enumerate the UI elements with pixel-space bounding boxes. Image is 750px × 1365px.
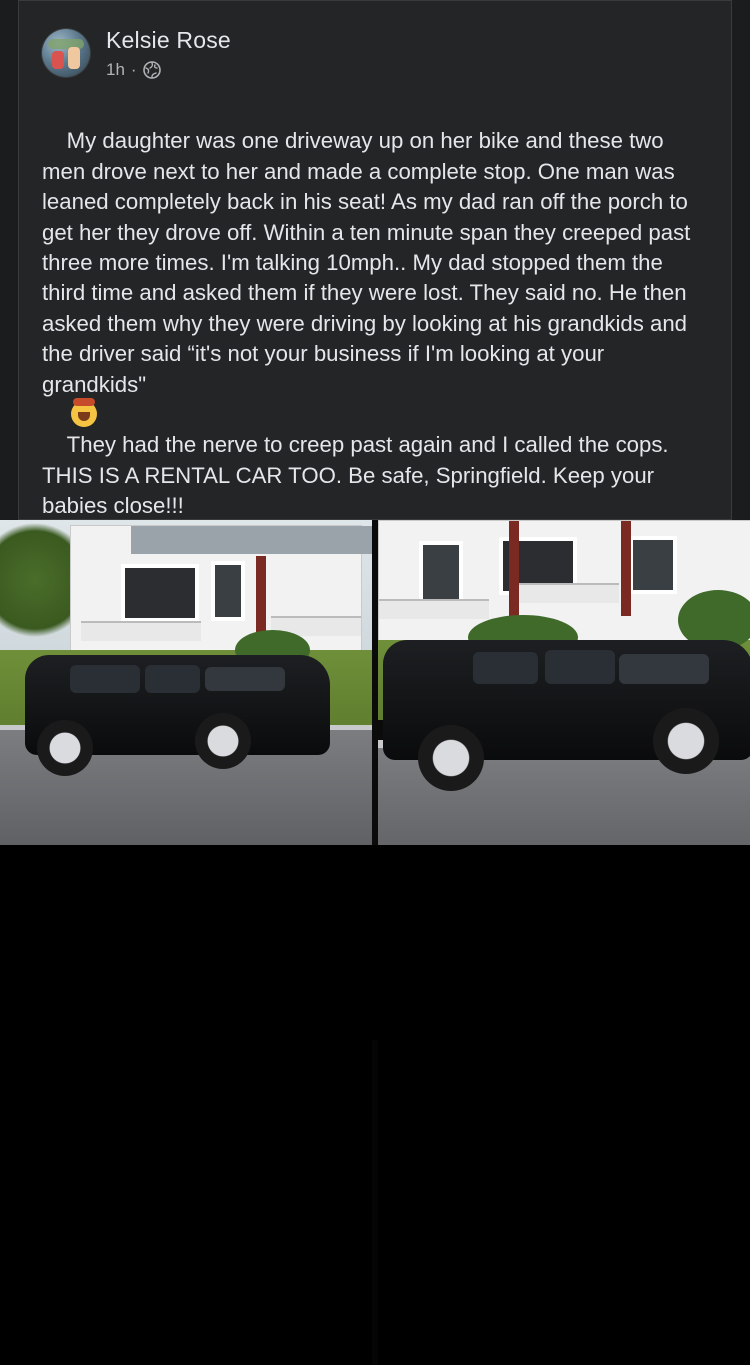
post-photos <box>0 520 750 1365</box>
globe-icon[interactable] <box>142 61 161 79</box>
author-name[interactable]: Kelsie Rose <box>106 26 231 54</box>
post-text-part-1: My daughter was one driveway up on her b… <box>42 128 697 397</box>
photo-left[interactable] <box>0 520 372 845</box>
post-card: Kelsie Rose 1h · My daughter was one dri… <box>0 0 750 520</box>
avatar[interactable] <box>42 29 90 77</box>
separator-dot: · <box>130 60 137 79</box>
photo-right[interactable] <box>378 520 750 845</box>
exploding-head-emoji <box>70 398 97 428</box>
post-timestamp[interactable]: 1h <box>106 60 125 80</box>
post-subline: 1h · <box>106 60 231 80</box>
post-meta: Kelsie Rose 1h · <box>106 26 231 80</box>
post-text: My daughter was one driveway up on her b… <box>42 96 712 552</box>
post-text-part-2: They had the nerve to creep past again a… <box>42 432 675 519</box>
post-header: Kelsie Rose 1h · <box>42 26 231 80</box>
photo-divider <box>372 1040 378 1365</box>
